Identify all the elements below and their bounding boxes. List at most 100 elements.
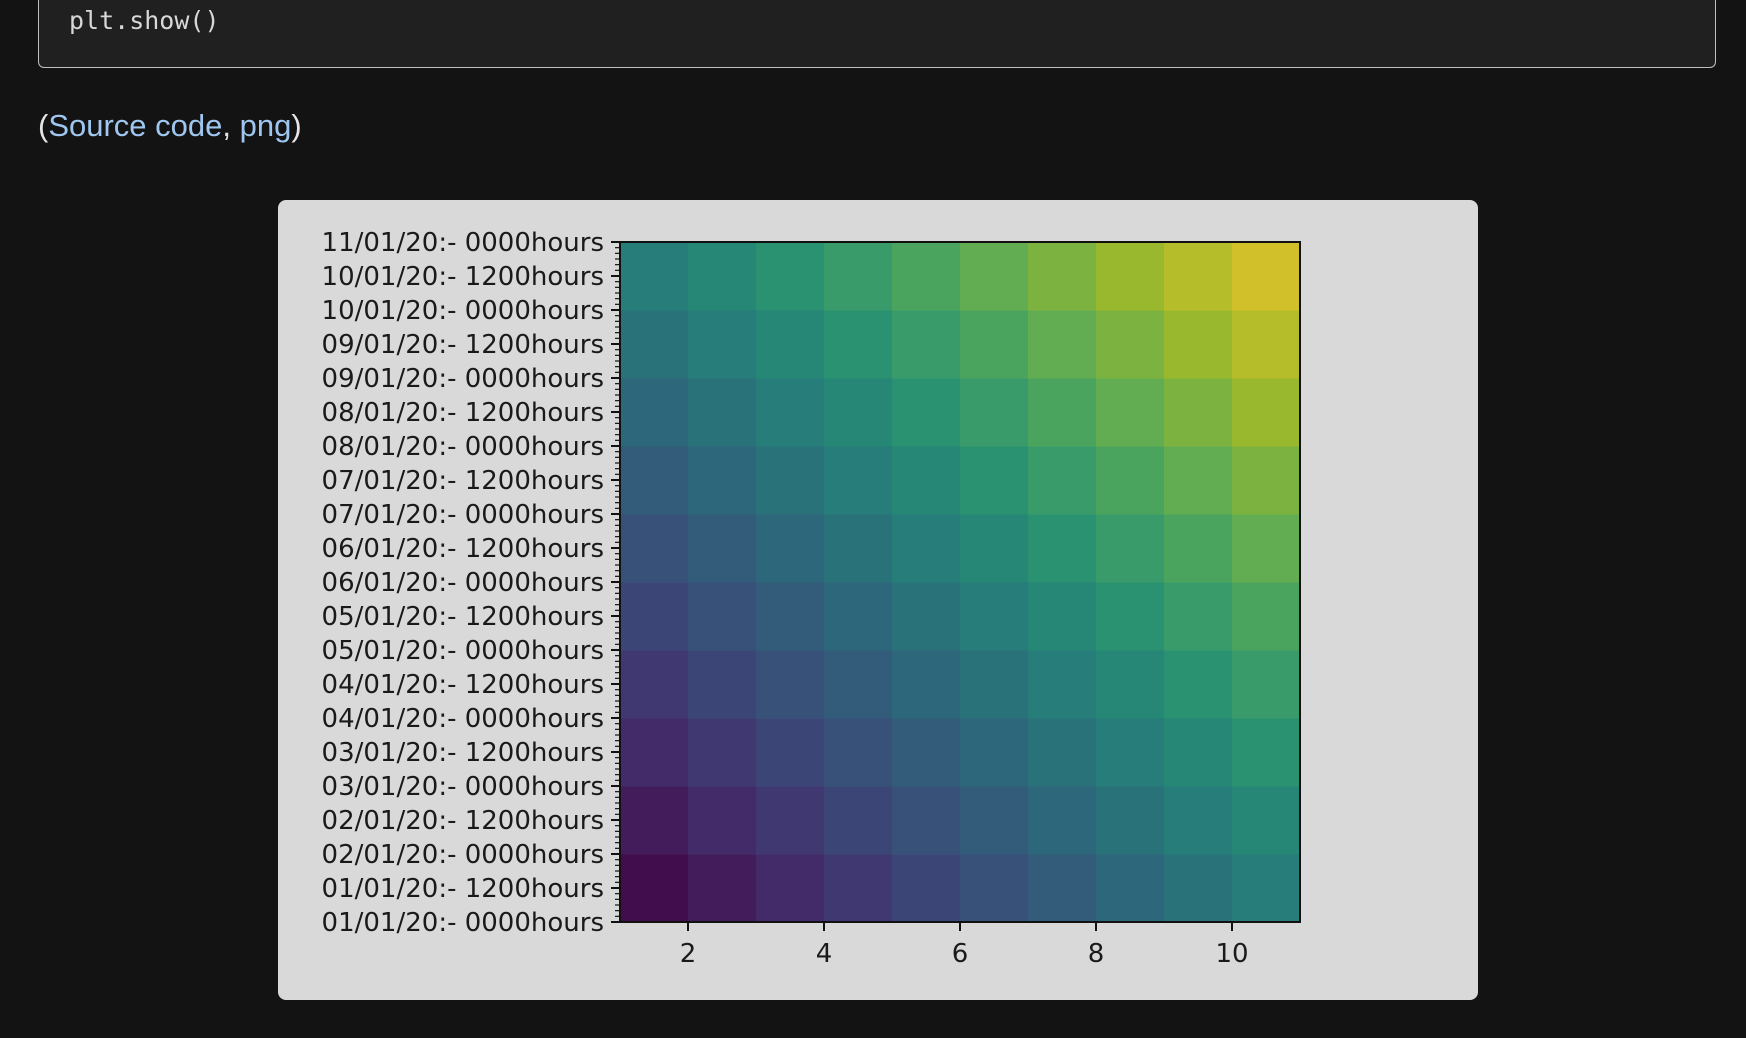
heatmap-cell (824, 854, 893, 923)
heatmap-cell (824, 310, 893, 379)
heatmap-cell (688, 786, 757, 855)
heatmap-cell (688, 514, 757, 583)
heatmap-cell (620, 514, 689, 583)
heatmap-cell (892, 650, 961, 719)
heatmap-cell (1164, 310, 1233, 379)
y-tick-label: 01/01/20:- 0000hours (322, 908, 604, 938)
heatmap-cell (1232, 582, 1301, 651)
heatmap-cell (756, 650, 825, 719)
heatmap-cell (756, 446, 825, 515)
heatmap-cell (824, 242, 893, 311)
y-tick-label: 05/01/20:- 1200hours (322, 602, 604, 632)
y-tick-label: 08/01/20:- 1200hours (322, 398, 604, 428)
heatmap-cell (620, 242, 689, 311)
close-paren: ) (291, 108, 302, 143)
heatmap-cell (1164, 242, 1233, 311)
heatmap-cell (892, 242, 961, 311)
y-tick-label: 07/01/20:- 1200hours (322, 466, 604, 496)
heatmap-cell (1028, 854, 1097, 923)
chart-figure: 01/01/20:- 0000hours 01/01/20:- 1200hours… (278, 200, 1478, 1000)
heatmap-cell (620, 786, 689, 855)
heatmap-cell (756, 582, 825, 651)
heatmap-cell (1232, 378, 1301, 447)
heatmap-cell (824, 514, 893, 583)
x-tick-label: 4 (816, 939, 833, 969)
heatmap-cell (1232, 718, 1301, 787)
heatmap-cell (1096, 378, 1165, 447)
y-tick-label: 11/01/20:- 0000hours (322, 228, 604, 258)
heatmap-cell (1096, 446, 1165, 515)
heatmap-cell (1164, 582, 1233, 651)
heatmap-cell (756, 378, 825, 447)
heatmap-cell (960, 514, 1029, 583)
heatmap-cell (1028, 514, 1097, 583)
heatmap-cell (960, 242, 1029, 311)
heatmap-cell (688, 718, 757, 787)
heatmap-cell (1096, 650, 1165, 719)
heatmap-cell (892, 310, 961, 379)
heatmap-cell (960, 718, 1029, 787)
separator: , (222, 108, 240, 143)
heatmap-cell (1232, 514, 1301, 583)
heatmap-cell (892, 446, 961, 515)
png-link[interactable]: png (240, 108, 292, 143)
heatmap-cell (756, 854, 825, 923)
heatmap-cell (892, 854, 961, 923)
heatmap-cell (756, 242, 825, 311)
heatmap-cell (1096, 854, 1165, 923)
y-tick-label: 02/01/20:- 1200hours (322, 806, 604, 836)
heatmap-cell (892, 786, 961, 855)
heatmap-cell (1028, 718, 1097, 787)
heatmap-cell (1096, 582, 1165, 651)
y-tick-label: 04/01/20:- 1200hours (322, 670, 604, 700)
code-block: plt.show() (38, 0, 1716, 68)
heatmap-cell (1096, 718, 1165, 787)
heatmap-cell (1232, 242, 1301, 311)
heatmap-cell (688, 310, 757, 379)
heatmap-cell (756, 786, 825, 855)
heatmap-cell (824, 582, 893, 651)
heatmap-cell (620, 582, 689, 651)
source-code-link[interactable]: Source code (48, 108, 222, 143)
heatmap-cell (1164, 446, 1233, 515)
heatmap-cell (688, 854, 757, 923)
heatmap-cell (1232, 854, 1301, 923)
heatmap-cell (824, 650, 893, 719)
heatmap-cell (756, 310, 825, 379)
heatmap-cells (620, 242, 1301, 923)
heatmap-cell (960, 310, 1029, 379)
heatmap-cell (1164, 514, 1233, 583)
heatmap-cell (892, 582, 961, 651)
heatmap-cell (824, 718, 893, 787)
y-tick-label: 06/01/20:- 0000hours (322, 568, 604, 598)
heatmap-cell (892, 718, 961, 787)
code-line: plt.show() (69, 6, 220, 35)
heatmap-cell (688, 242, 757, 311)
heatmap-cell (960, 786, 1029, 855)
x-tick-label: 6 (952, 939, 969, 969)
heatmap-cell (1232, 446, 1301, 515)
heatmap-cell (960, 378, 1029, 447)
x-tick-label: 2 (680, 939, 697, 969)
heatmap-cell (688, 582, 757, 651)
open-paren: ( (38, 108, 49, 143)
heatmap-cell (620, 854, 689, 923)
heatmap-cell (688, 650, 757, 719)
heatmap-cell (960, 582, 1029, 651)
heatmap-chart: 01/01/20:- 0000hours 01/01/20:- 1200hours… (322, 228, 1301, 969)
y-tick-label: 02/01/20:- 0000hours (322, 840, 604, 870)
y-tick-label: 09/01/20:- 1200hours (322, 330, 604, 360)
heatmap-cell (1096, 786, 1165, 855)
heatmap-cell (688, 378, 757, 447)
heatmap-cell (1232, 786, 1301, 855)
y-tick-label: 06/01/20:- 1200hours (322, 534, 604, 564)
y-tick-label: 03/01/20:- 0000hours (322, 772, 604, 802)
y-tick-label: 10/01/20:- 0000hours (322, 296, 604, 326)
heatmap-cell (1028, 446, 1097, 515)
x-ticks: 2 4 6 8 10 (680, 922, 1249, 969)
y-tick-label: 08/01/20:- 0000hours (322, 432, 604, 462)
heatmap-cell (620, 310, 689, 379)
heatmap-cell (892, 378, 961, 447)
heatmap-cell (1096, 514, 1165, 583)
heatmap-cell (756, 514, 825, 583)
